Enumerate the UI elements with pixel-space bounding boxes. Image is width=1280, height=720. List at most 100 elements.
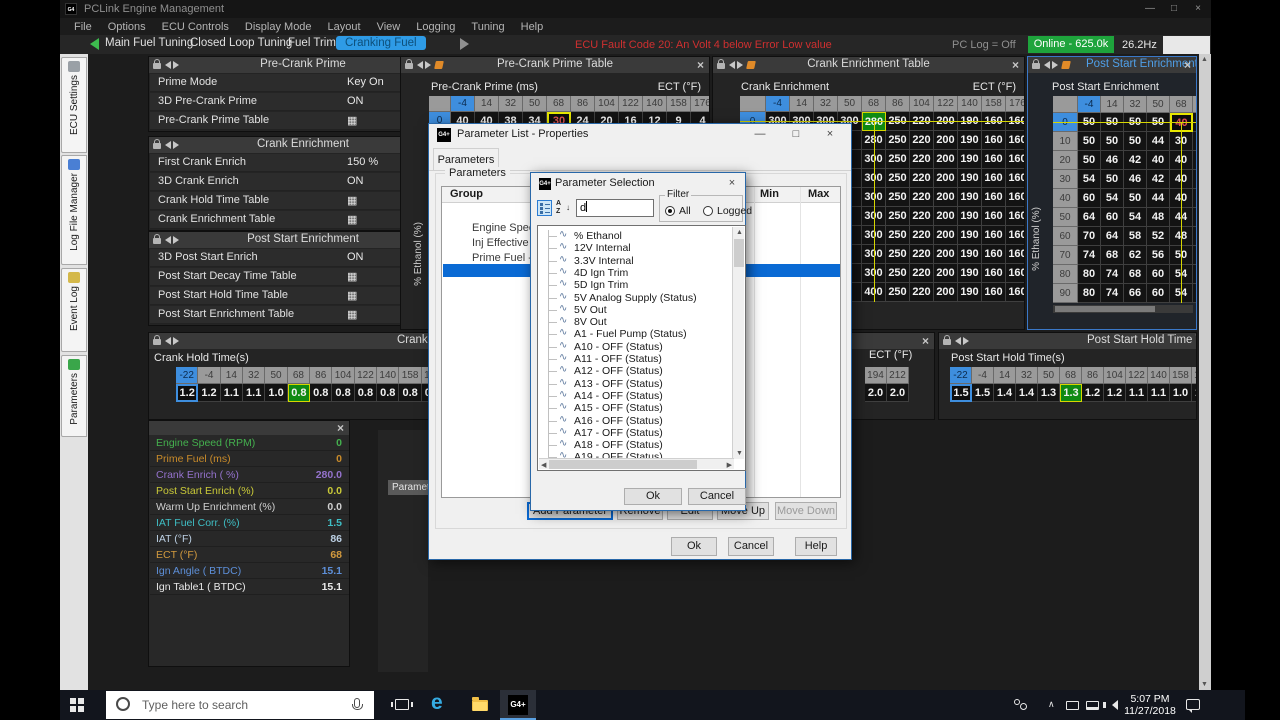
col-header[interactable]: -22 xyxy=(176,367,199,384)
col-header[interactable]: 50 xyxy=(265,367,288,384)
filter-input[interactable]: d xyxy=(576,199,654,217)
table-cell[interactable]: 74 xyxy=(1101,265,1124,284)
table-cell[interactable]: 64 xyxy=(1078,208,1101,227)
table-cell[interactable]: 42 xyxy=(1193,227,1196,246)
table-cell[interactable]: 160 xyxy=(1006,188,1024,207)
table-cell[interactable]: 1.0 xyxy=(265,384,288,402)
col-header[interactable]: 68 xyxy=(1170,96,1193,113)
vertical-scrollbar[interactable]: ▲ ▼ xyxy=(732,227,744,459)
param-item-5d-ign-trim[interactable]: ∿ 5D Ign Trim xyxy=(538,278,728,291)
table-cell[interactable]: 1.1 xyxy=(1148,384,1170,402)
open-table-icon[interactable]: ▦ xyxy=(347,308,357,322)
panel-prev-icon[interactable] xyxy=(955,337,961,345)
col-header[interactable]: -4 xyxy=(766,96,790,112)
scroll-up-icon[interactable]: ▲ xyxy=(1201,56,1208,63)
table-cell[interactable]: 50 xyxy=(1124,132,1147,151)
table-cell[interactable]: 0.8 xyxy=(399,384,422,402)
table-cell[interactable]: 160 xyxy=(1006,207,1024,226)
col-header[interactable]: -4 xyxy=(451,96,475,112)
param-item-8v-out[interactable]: ∿ 8V Out xyxy=(538,315,728,328)
param-item-a1-fuel-pump-status[interactable]: ∿ A1 - Fuel Pump (Status) xyxy=(538,327,728,340)
table-cell[interactable]: 160 xyxy=(1006,283,1024,302)
table-cell[interactable]: 160 xyxy=(982,150,1006,169)
table-cell[interactable]: 1.3 xyxy=(1060,384,1082,402)
col-header[interactable]: 50 xyxy=(1038,367,1060,384)
group-row-inj-effective-p[interactable]: Inj Effective P xyxy=(472,237,539,249)
table-cell[interactable]: 250 xyxy=(886,283,910,302)
table-cell[interactable]: 200 xyxy=(934,188,958,207)
table-cell[interactable]: 68 xyxy=(1124,265,1147,284)
table-cell[interactable]: 0.8 xyxy=(310,384,333,402)
panel-close-icon[interactable]: × xyxy=(697,58,704,72)
table-cell[interactable]: 1.5 xyxy=(950,384,972,402)
table-cell[interactable]: 1.3 xyxy=(1038,384,1060,402)
open-table-icon[interactable]: ▦ xyxy=(347,213,357,227)
table-cell[interactable]: 0.8 xyxy=(354,384,378,402)
dialog-maximize-button[interactable]: □ xyxy=(781,128,811,140)
row-header[interactable]: 10 xyxy=(1053,132,1078,151)
lock-icon[interactable] xyxy=(943,335,951,345)
table-cell[interactable]: 160 xyxy=(1006,169,1024,188)
col-header[interactable]: 50 xyxy=(1147,96,1170,113)
properties-ok-button[interactable]: Ok xyxy=(671,537,717,556)
col-header[interactable]: 122 xyxy=(1126,367,1148,384)
sort-az-icon[interactable]: A Z ↓ xyxy=(556,200,572,216)
table-cell[interactable]: 54 xyxy=(1124,208,1147,227)
table-cell[interactable]: 1.5 xyxy=(972,384,994,402)
param-item-a18-off-status[interactable]: ∿ A18 - OFF (Status) xyxy=(538,438,728,451)
table-cell[interactable]: 190 xyxy=(958,207,982,226)
col-header[interactable]: 104 xyxy=(595,96,619,112)
col-header[interactable]: 50 xyxy=(838,96,862,112)
open-table-icon[interactable]: ▦ xyxy=(347,289,357,303)
table-cell[interactable]: 160 xyxy=(1006,226,1024,245)
table-cell[interactable]: 200 xyxy=(934,264,958,283)
param-item-a12-off-status[interactable]: ∿ A12 - OFF (Status) xyxy=(538,364,728,377)
tray-expand-icon[interactable]: ∧ xyxy=(1048,699,1055,710)
table-cell[interactable]: 58 xyxy=(1124,227,1147,246)
runtime-row-iat-f[interactable]: IAT (°F) 86 xyxy=(150,531,349,547)
table-cell[interactable]: 190 xyxy=(958,264,982,283)
table-cell[interactable]: 40 xyxy=(1147,151,1170,170)
dialog-close-button[interactable]: × xyxy=(815,128,845,140)
table-cell[interactable]: 64 xyxy=(1101,227,1124,246)
panel-prev-icon[interactable] xyxy=(1044,61,1050,69)
scroll-right-icon[interactable]: ▶ xyxy=(727,461,732,469)
scroll-down-icon[interactable]: ▼ xyxy=(736,450,743,457)
row-header[interactable]: 40 xyxy=(1053,189,1078,208)
table-cell[interactable]: 160 xyxy=(1006,245,1024,264)
table-cell[interactable]: 220 xyxy=(910,283,934,302)
param-item-ethanol[interactable]: ∿ % Ethanol xyxy=(538,229,728,242)
col-header[interactable]: 140 xyxy=(958,96,982,112)
table-cell[interactable]: 190 xyxy=(958,188,982,207)
open-table-icon[interactable]: ▦ xyxy=(347,270,357,284)
table-cell[interactable]: 250 xyxy=(886,264,910,283)
col-header[interactable]: 176 xyxy=(1192,367,1196,384)
row-header[interactable]: 90 xyxy=(1053,284,1078,303)
table-cell[interactable]: 42 xyxy=(1147,170,1170,189)
table-cell[interactable]: 34 xyxy=(1193,189,1196,208)
column-header-group[interactable]: Group xyxy=(450,188,483,200)
radio-all[interactable] xyxy=(665,206,675,216)
selection-cancel-button[interactable]: Cancel xyxy=(688,488,746,505)
scrollbar-thumb[interactable] xyxy=(734,239,744,267)
col-header[interactable]: -4 xyxy=(972,367,994,384)
col-header[interactable]: 86 xyxy=(1193,96,1196,113)
col-header[interactable]: 14 xyxy=(1101,96,1124,113)
table-cell[interactable]: 220 xyxy=(910,264,934,283)
table-cell[interactable]: 250 xyxy=(886,226,910,245)
col-header[interactable]: 32 xyxy=(499,96,523,112)
table-cell[interactable]: 190 xyxy=(958,131,982,150)
table-cell[interactable]: 1.0 xyxy=(1192,384,1196,402)
table-cell[interactable]: 250 xyxy=(886,245,910,264)
table-cell[interactable]: 160 xyxy=(982,131,1006,150)
table-cell[interactable]: 46 xyxy=(1101,151,1124,170)
col-header[interactable]: 68 xyxy=(862,96,886,112)
table-cell[interactable]: 220 xyxy=(910,188,934,207)
help-button[interactable]: Help xyxy=(795,537,837,556)
table-cell[interactable]: 160 xyxy=(982,188,1006,207)
col-header[interactable]: 140 xyxy=(643,96,667,112)
parameter-list[interactable]: ∿ % Ethanol ∿ 12V Internal ∿ 3.3V Internal ∿ 4D… xyxy=(537,225,746,471)
microphone-icon[interactable] xyxy=(352,698,363,710)
file-explorer-button[interactable] xyxy=(462,690,498,720)
table-cell[interactable]: 74 xyxy=(1078,246,1101,265)
